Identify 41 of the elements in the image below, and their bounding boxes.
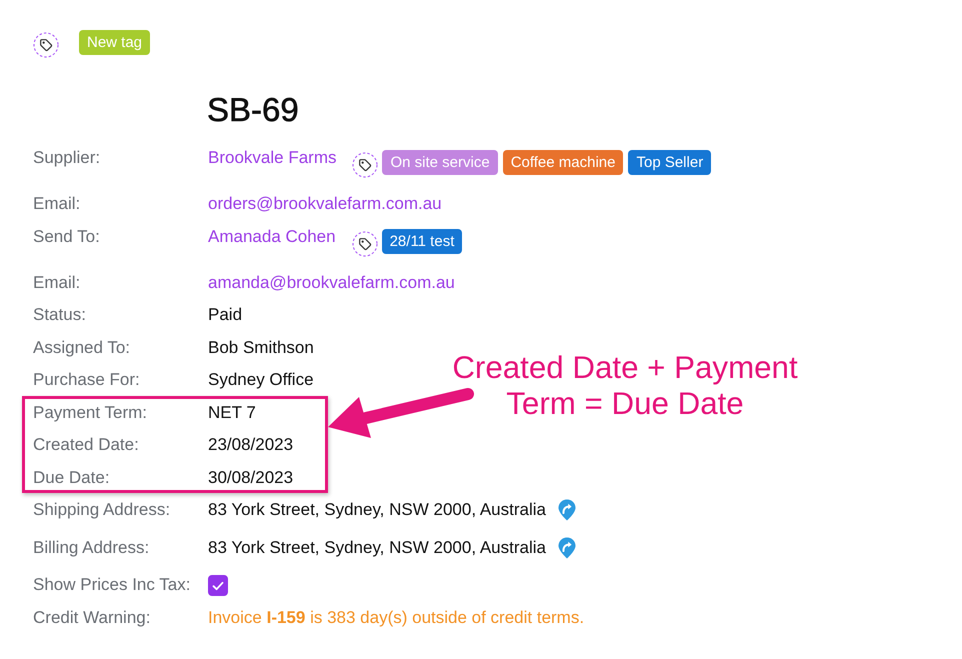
field-label: Payment Term: (33, 402, 148, 424)
tag-chip: Coffee machine (502, 150, 624, 175)
field-value: Sydney Office (208, 369, 314, 391)
checkmark-icon (212, 580, 224, 590)
field-link[interactable]: amanda@brookvalefarm.com.au (208, 270, 455, 294)
field-value: NET 7 (208, 402, 256, 424)
credit-warning-text: Invoice I-159 is 383 day(s) outside of credit terms. (208, 606, 584, 628)
address-value: 83 York Street, Sydney, NSW 2000, Australia (208, 499, 546, 521)
field-value: 30/08/2023 (208, 466, 294, 488)
field-label: Show Prices Inc Tax: (33, 574, 192, 596)
field-label: Email: (33, 193, 82, 215)
tag-chip: On site service (382, 150, 498, 175)
field-value: Paid (208, 304, 242, 326)
field-label: Status: (33, 304, 87, 326)
field-label: Due Date: (33, 466, 111, 488)
field-label: Purchase For: (33, 369, 141, 391)
field-label: Assigned To: (33, 336, 132, 358)
field-label: Billing Address: (33, 536, 150, 558)
tag-chip: 28/11 test (382, 228, 462, 254)
record-title: SB-69 (207, 90, 299, 130)
field-label: Supplier: (33, 147, 102, 169)
field-label: Shipping Address: (33, 499, 172, 521)
field-link[interactable]: orders@brookvalefarm.com.au (208, 192, 442, 216)
checkbox[interactable] (208, 575, 228, 596)
add-tag-icon[interactable] (352, 230, 378, 256)
directions-pin-icon[interactable] (558, 536, 576, 558)
tag-chip: Top Seller (628, 150, 712, 175)
field-link[interactable]: Amanada Cohen (208, 224, 336, 248)
add-tag-icon[interactable] (352, 152, 378, 178)
field-value: 23/08/2023 (208, 434, 294, 456)
address-value: 83 York Street, Sydney, NSW 2000, Australia (208, 536, 546, 558)
field-label: Send To: (33, 226, 101, 248)
field-label: Credit Warning: (33, 606, 152, 628)
directions-pin-icon[interactable] (558, 499, 576, 521)
add-tag-icon[interactable] (33, 32, 59, 58)
field-label: Email: (33, 272, 82, 294)
field-value: Bob Smithson (208, 336, 314, 358)
annotation-text: Created Date + Payment Term = Due Date (451, 350, 799, 422)
field-label: Created Date: (33, 434, 140, 456)
field-link[interactable]: Brookvale Farms (208, 146, 336, 170)
tag-chip: New tag (79, 30, 150, 55)
